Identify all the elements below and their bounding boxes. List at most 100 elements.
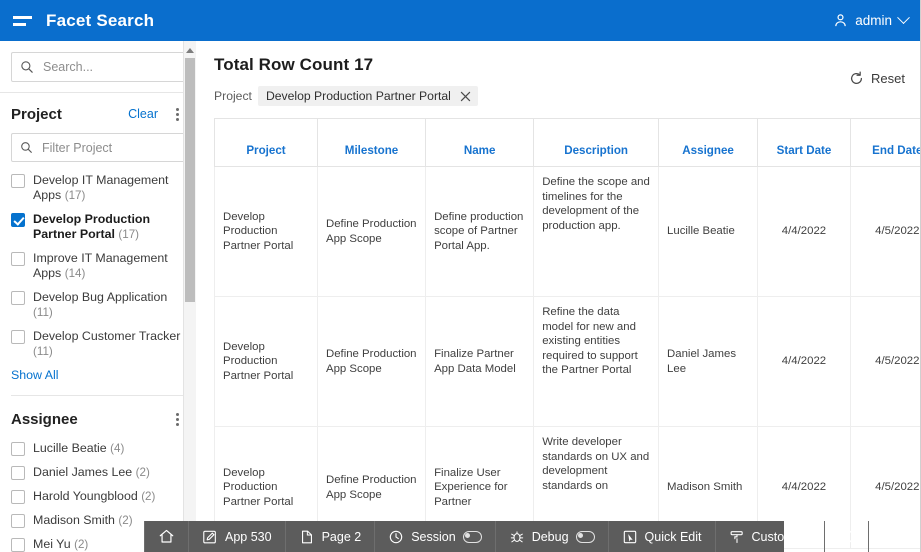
checkbox[interactable] — [11, 466, 25, 480]
devbar-customize-button[interactable]: Customize — [716, 521, 825, 552]
filter-project-box[interactable] — [11, 133, 185, 162]
main-header: Total Row Count 17 Reset Project Develop… — [196, 41, 920, 106]
facet-option-label: Daniel James Lee (2) — [33, 465, 150, 480]
body-wrapper: Project Clear Develop IT Management Apps… — [0, 41, 920, 552]
devbar-quick-edit-button[interactable]: Quick Edit — [609, 521, 716, 552]
checkbox[interactable] — [11, 330, 25, 344]
devbar-page-button[interactable]: Page 2 — [286, 521, 376, 552]
facet-option-develop-it-management-apps[interactable]: Develop IT Management Apps (17) — [11, 173, 185, 203]
checkbox[interactable] — [11, 490, 25, 504]
dot — [175, 412, 179, 416]
facet-option-improve-it-management-apps[interactable]: Improve IT Management Apps (14) — [11, 251, 185, 281]
checkbox[interactable] — [11, 442, 25, 456]
facet-option-develop-production-partner-portal[interactable]: Develop Production Partner Portal (17) — [11, 212, 185, 242]
scrollbar-thumb[interactable] — [185, 58, 195, 302]
facet-option-daniel-james-lee[interactable]: Daniel James Lee (2) — [11, 465, 185, 480]
facet-option-lucille-beatie[interactable]: Lucille Beatie (4) — [11, 441, 185, 456]
user-menu[interactable]: admin — [833, 11, 920, 28]
page-icon — [299, 529, 315, 545]
facet-option-label: Mei Yu (2) — [33, 537, 88, 552]
label-text: Improve IT Management Apps — [33, 251, 168, 280]
debug-toggle[interactable] — [575, 530, 595, 543]
checkbox-checked[interactable] — [11, 213, 25, 227]
session-toggle[interactable] — [462, 530, 482, 543]
user-name: admin — [855, 13, 892, 28]
column-header-milestone[interactable]: Milestone — [316, 118, 427, 167]
report-table: Project Milestone Name Description Assig… — [214, 118, 920, 549]
label-text: Mei Yu — [33, 537, 71, 551]
column-header-name[interactable]: Name — [425, 118, 535, 167]
facet-project-title: Project — [11, 105, 62, 123]
table-row[interactable]: Develop Production Partner Portal Define… — [214, 296, 920, 427]
sidebar-scrollbar[interactable] — [183, 41, 196, 552]
devbar-home-button[interactable] — [144, 521, 189, 552]
cell-name: Finalize Partner App Data Model — [425, 296, 535, 427]
checkbox[interactable] — [11, 174, 25, 188]
app-title: Facet Search — [46, 10, 155, 30]
close-icon[interactable] — [460, 91, 471, 102]
hamburger-menu-icon[interactable] — [0, 0, 44, 41]
column-header-description[interactable]: Description — [533, 118, 660, 167]
dot — [175, 107, 179, 111]
cell-milestone: Define Production App Scope — [316, 296, 427, 427]
devbar-info-button[interactable] — [825, 521, 869, 552]
facet-assignee-title: Assignee — [11, 410, 78, 428]
facet-project-clear-link[interactable]: Clear — [128, 107, 158, 121]
filter-chip-develop-production-partner-portal[interactable]: Develop Production Partner Portal — [257, 86, 478, 106]
table-header-row: Project Milestone Name Description Assig… — [214, 118, 920, 167]
hamburger-line — [12, 22, 26, 26]
facet-option-harold-youngblood[interactable]: Harold Youngblood (2) — [11, 489, 185, 504]
reset-icon — [849, 71, 864, 86]
cell-start-date: 4/4/2022 — [757, 166, 851, 297]
cell-assignee: Daniel James Lee — [658, 296, 759, 427]
developer-toolbar: App 530 Page 2 Session Debug Quick Edit … — [144, 521, 898, 552]
column-header-start-date[interactable]: Start Date — [757, 118, 851, 167]
checkbox[interactable] — [11, 252, 25, 266]
cell-project: Develop Production Partner Portal — [214, 296, 318, 427]
main-content: Total Row Count 17 Reset Project Develop… — [196, 41, 920, 552]
chip-group-label: Project — [214, 89, 252, 103]
devbar-debug-label: Debug — [531, 529, 569, 544]
column-header-project[interactable]: Project — [214, 118, 318, 167]
cell-project: Develop Production Partner Portal — [214, 166, 318, 297]
option-count: (2) — [141, 490, 156, 503]
table-row[interactable]: Develop Production Partner Portal Define… — [214, 166, 920, 297]
facet-option-develop-customer-tracker[interactable]: Develop Customer Tracker (11) — [11, 329, 185, 359]
scroll-up-arrow-icon[interactable] — [184, 43, 196, 57]
devbar-page-label: Page 2 — [321, 529, 362, 544]
dot — [175, 117, 179, 121]
edit-app-icon — [202, 529, 218, 545]
option-count: (14) — [64, 267, 86, 280]
facet-option-label: Harold Youngblood (2) — [33, 489, 155, 504]
cell-description: Refine the data model for new and existi… — [533, 296, 660, 427]
devbar-debug-button[interactable]: Debug — [496, 521, 609, 552]
devbar-settings-button[interactable] — [869, 521, 912, 552]
facet-project-show-all-link[interactable]: Show All — [11, 368, 185, 382]
devbar-app-label: App 530 — [225, 529, 272, 544]
label-text: Madison Smith — [33, 513, 115, 527]
search-icon — [20, 141, 33, 154]
report-table-wrapper[interactable]: Project Milestone Name Description Assig… — [214, 118, 920, 549]
checkbox[interactable] — [11, 291, 25, 305]
chevron-down-icon — [897, 11, 910, 25]
devbar-app-button[interactable]: App 530 — [189, 521, 286, 552]
hamburger-line — [12, 15, 32, 19]
checkbox[interactable] — [11, 514, 25, 528]
search-input[interactable] — [41, 59, 176, 75]
facet-project-header: Project Clear — [11, 105, 185, 123]
checkbox[interactable] — [11, 538, 25, 552]
column-header-assignee[interactable]: Assignee — [658, 118, 759, 167]
info-icon — [838, 528, 855, 545]
facet-option-develop-bug-application[interactable]: Develop Bug Application (11) — [11, 290, 185, 320]
option-count: (2) — [118, 514, 133, 527]
reset-button[interactable]: Reset — [849, 71, 905, 86]
home-icon — [158, 528, 175, 545]
option-count: (17) — [118, 228, 140, 241]
column-header-end-date[interactable]: End Date — [849, 118, 920, 167]
filter-project-input[interactable] — [40, 139, 176, 156]
search-box[interactable] — [11, 52, 185, 82]
reset-label: Reset — [871, 71, 905, 86]
devbar-session-button[interactable]: Session — [375, 521, 496, 552]
label-text: Lucille Beatie — [33, 441, 107, 455]
facet-option-label: Madison Smith (2) — [33, 513, 133, 528]
